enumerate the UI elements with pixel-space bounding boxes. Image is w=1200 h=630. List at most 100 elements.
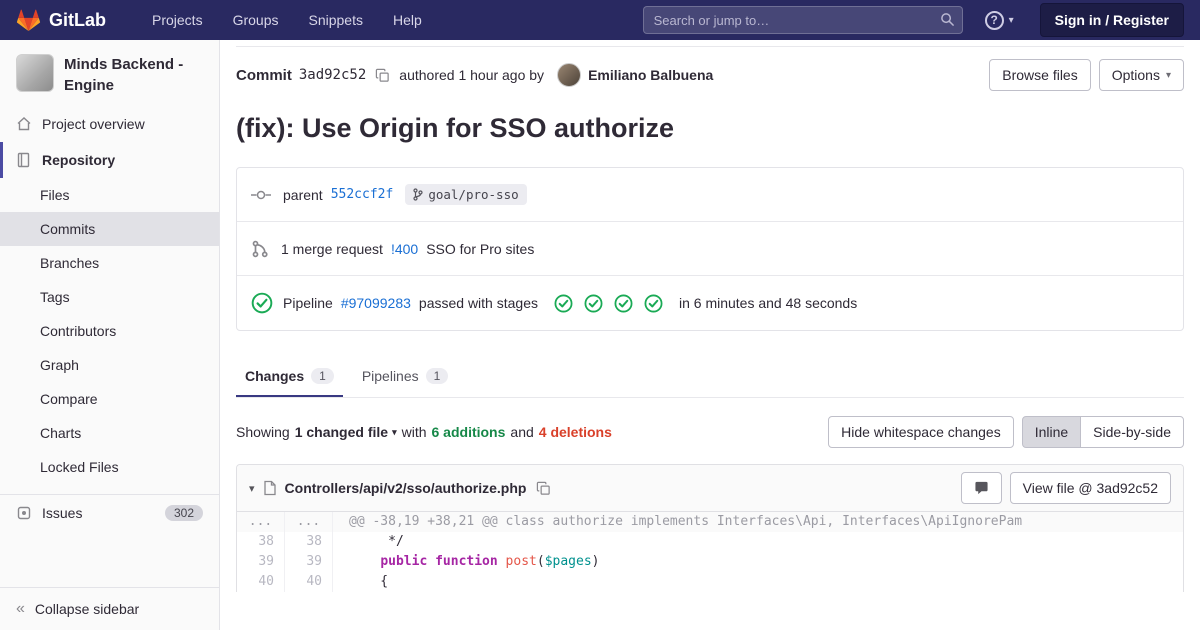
sidebar-item-issues[interactable]: Issues 302 [0, 494, 219, 531]
hunk-header-text: @@ -38,19 +38,21 @@ class authorize impl… [349, 514, 1023, 529]
mr-title-text: SSO for Pro sites [426, 240, 535, 257]
hide-whitespace-button[interactable]: Hide whitespace changes [828, 416, 1014, 448]
home-icon [16, 116, 32, 132]
help-dropdown[interactable]: ? ▾ [984, 10, 1014, 30]
main-nav: Projects Groups Snippets Help [152, 12, 422, 28]
pipeline-status-icon [251, 292, 273, 314]
pipeline-label: Pipeline [283, 295, 333, 311]
commit-label: Commit [236, 66, 292, 84]
sidebar-item-compare[interactable]: Compare [0, 382, 219, 416]
stage-passed-icon[interactable] [614, 294, 633, 313]
gitlab-logo[interactable]: GitLab [16, 8, 106, 32]
branch-ref[interactable]: goal/pro-sso [405, 184, 527, 205]
view-mode-segment: Inline Side-by-side [1021, 416, 1184, 448]
sign-in-button[interactable]: Sign in / Register [1039, 3, 1184, 37]
file-diff-actions: View file @ 3ad92c52 [960, 472, 1171, 504]
nav-projects[interactable]: Projects [152, 12, 203, 28]
branch-icon [413, 188, 423, 201]
sidebar-item-contributors[interactable]: Contributors [0, 314, 219, 348]
changed-files-dropdown[interactable]: 1 changed file ▾ [295, 424, 397, 440]
pipelines-count-badge: 1 [425, 368, 449, 384]
tab-changes[interactable]: Changes 1 [236, 355, 343, 397]
code-line: public function post($pages) [380, 554, 600, 569]
author-name-link[interactable]: Emiliano Balbuena [588, 67, 713, 83]
merge-request-row: 1 merge request !400 SSO for Pro sites [237, 222, 1183, 276]
commit-header-row: Commit 3ad92c52 authored 1 hour ago by E… [236, 59, 1184, 91]
sidebar-item-files[interactable]: Files [0, 178, 219, 212]
view-file-button[interactable]: View file @ 3ad92c52 [1009, 472, 1171, 504]
mr-ref-link[interactable]: !400 [391, 241, 418, 257]
merge-request-icon [251, 240, 269, 258]
parent-sha-link[interactable]: 552ccf2f [331, 187, 394, 202]
diff-view-controls: Hide whitespace changes Inline Side-by-s… [828, 416, 1184, 448]
project-name: Minds Backend - Engine [64, 56, 184, 94]
browse-files-button[interactable]: Browse files [989, 59, 1091, 91]
search-icon [940, 12, 955, 30]
help-icon: ? [984, 10, 1004, 30]
commit-sha: 3ad92c52 [298, 67, 367, 83]
copy-icon [536, 481, 551, 496]
new-line-number[interactable]: 38 [285, 532, 333, 552]
repository-icon [16, 152, 32, 168]
sidebar-item-graph[interactable]: Graph [0, 348, 219, 382]
global-search [642, 6, 963, 34]
issues-count-badge: 302 [164, 505, 203, 521]
pipeline-id-link[interactable]: #97099283 [341, 295, 411, 311]
collapse-diff-caret-icon[interactable]: ▾ [249, 482, 255, 495]
stage-passed-icon[interactable] [644, 294, 663, 313]
parent-row: parent 552ccf2f goal/pro-sso [237, 168, 1183, 222]
authored-text: authored 1 hour ago by [399, 67, 545, 83]
showing-text: Showing [236, 424, 290, 440]
new-line-number[interactable]: 39 [285, 552, 333, 572]
sidebar-item-project-overview[interactable]: Project overview [0, 106, 219, 142]
copy-sha-button[interactable] [373, 66, 392, 85]
collapse-sidebar-button[interactable]: « Collapse sidebar [0, 587, 219, 630]
project-header[interactable]: Minds Backend - Engine [0, 40, 219, 106]
with-text: with [401, 424, 427, 440]
main-content: Minds › Minds Backend - Engine › Commits… [220, 0, 1200, 592]
commit-icon [251, 188, 271, 202]
file-path[interactable]: Controllers/api/v2/sso/authorize.php [285, 480, 527, 496]
side-by-side-view-button[interactable]: Side-by-side [1080, 416, 1184, 448]
nav-snippets[interactable]: Snippets [309, 12, 363, 28]
sidebar-nav: Project overview Repository Files Commit… [0, 106, 219, 531]
new-line-number[interactable]: 40 [285, 572, 333, 592]
old-line-number[interactable]: 39 [237, 552, 285, 572]
search-input[interactable] [642, 6, 963, 34]
sidebar-item-commits[interactable]: Commits [0, 212, 219, 246]
commit-title: (fix): Use Origin for SSO authorize [236, 113, 675, 143]
variable-token: $pages [544, 554, 592, 569]
diff-line-row: 39 39 public function post($pages) [237, 552, 1183, 572]
sidebar-item-tags[interactable]: Tags [0, 280, 219, 314]
stage-passed-icon[interactable] [584, 294, 603, 313]
file-diff: ▾ Controllers/api/v2/sso/authorize.php V… [236, 464, 1184, 592]
sidebar-item-branches[interactable]: Branches [0, 246, 219, 280]
tab-pipelines[interactable]: Pipelines 1 [353, 355, 458, 397]
sidebar-item-repository[interactable]: Repository [0, 142, 219, 178]
sidebar-item-label: Issues [42, 505, 83, 521]
file-icon [263, 480, 277, 496]
stage-passed-icon[interactable] [554, 294, 573, 313]
old-line-number[interactable]: 40 [237, 572, 285, 592]
chevron-down-icon: ▾ [1165, 69, 1171, 81]
parent-label: parent [283, 186, 323, 203]
nav-groups[interactable]: Groups [233, 12, 279, 28]
branch-name: goal/pro-sso [428, 187, 519, 202]
options-dropdown-button[interactable]: Options ▾ [1098, 59, 1184, 91]
issues-icon [16, 505, 32, 521]
commit-info-box: parent 552ccf2f goal/pro-sso 1 merge req… [236, 167, 1184, 331]
additions-count: 6 additions [431, 424, 506, 440]
project-sidebar: Minds Backend - Engine Project overview … [0, 40, 220, 630]
sidebar-item-charts[interactable]: Charts [0, 416, 219, 450]
commit-tabs: Changes 1 Pipelines 1 [236, 355, 1184, 398]
old-line-number[interactable]: 38 [237, 532, 285, 552]
copy-icon [375, 68, 390, 83]
deletions-count: 4 deletions [538, 424, 612, 440]
author-avatar[interactable] [557, 63, 582, 87]
nav-help[interactable]: Help [393, 12, 422, 28]
inline-view-button[interactable]: Inline [1021, 416, 1082, 448]
toggle-comments-button[interactable] [960, 472, 1002, 504]
chevron-down-icon: ▾ [392, 426, 397, 437]
copy-file-path-button[interactable] [534, 479, 553, 498]
sidebar-item-locked-files[interactable]: Locked Files [0, 450, 219, 484]
